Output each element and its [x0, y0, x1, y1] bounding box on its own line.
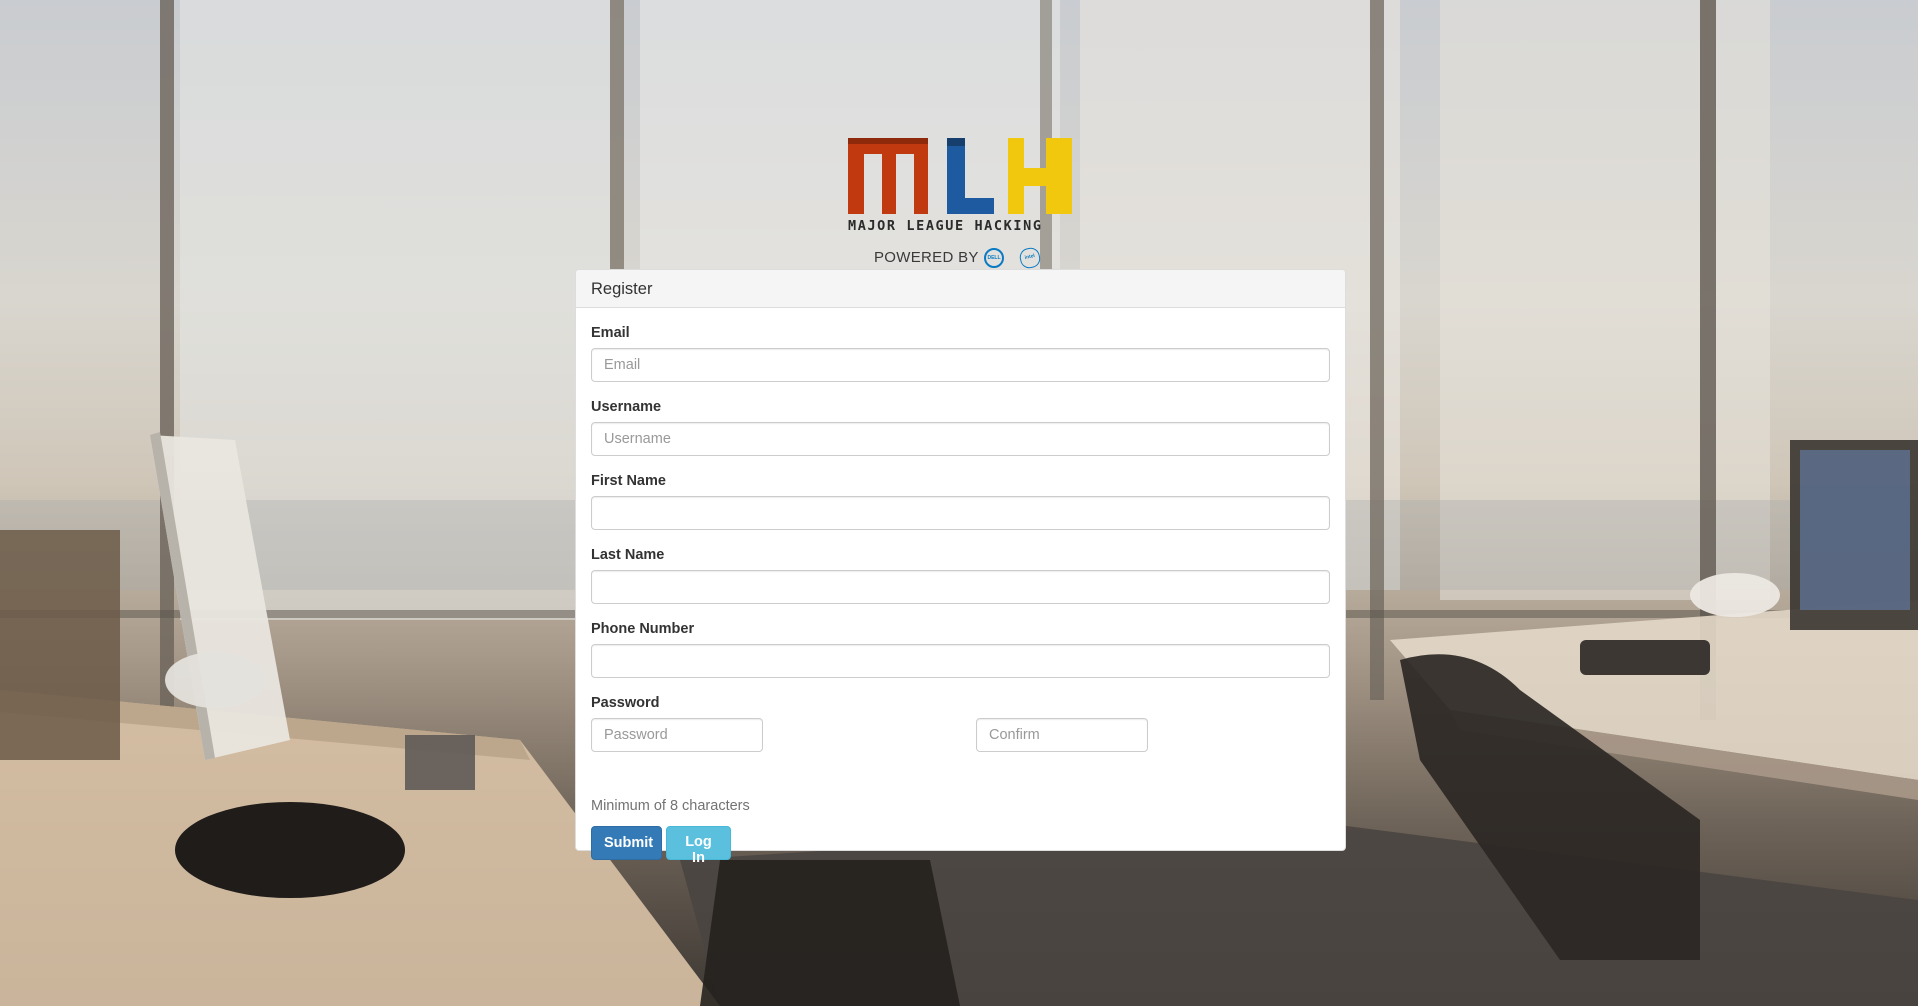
- confirm-password-input[interactable]: [976, 718, 1148, 752]
- mlh-logo-letters: [848, 138, 1072, 214]
- logo-subtitle: MAJOR LEAGUE HACKING: [848, 218, 1043, 234]
- email-label: Email: [591, 325, 630, 341]
- password-help-text: Minimum of 8 characters: [591, 798, 750, 814]
- username-input[interactable]: [591, 422, 1330, 456]
- password-input[interactable]: [591, 718, 763, 752]
- first-name-label: First Name: [591, 473, 666, 489]
- panel-title: Register: [576, 270, 1345, 308]
- submit-button[interactable]: Submit: [591, 826, 662, 860]
- register-panel: Register Email Username First Name Last …: [575, 269, 1346, 866]
- dell-logo-icon: DELL: [984, 248, 1004, 268]
- log-in-button[interactable]: Log In: [666, 826, 731, 866]
- email-input[interactable]: [591, 348, 1330, 382]
- last-name-label: Last Name: [591, 547, 665, 563]
- phone-number-label: Phone Number: [591, 621, 695, 637]
- username-label: Username: [591, 399, 662, 415]
- powered-by-text: POWERED BY: [874, 249, 979, 266]
- intel-logo-icon: intel: [1018, 246, 1042, 270]
- last-name-input[interactable]: [591, 570, 1330, 604]
- password-label: Password: [591, 695, 660, 711]
- first-name-input[interactable]: [591, 496, 1330, 530]
- phone-number-input[interactable]: [591, 644, 1330, 678]
- mlh-logo: MAJOR LEAGUE HACKING POWERED BY DELL int…: [848, 136, 1073, 272]
